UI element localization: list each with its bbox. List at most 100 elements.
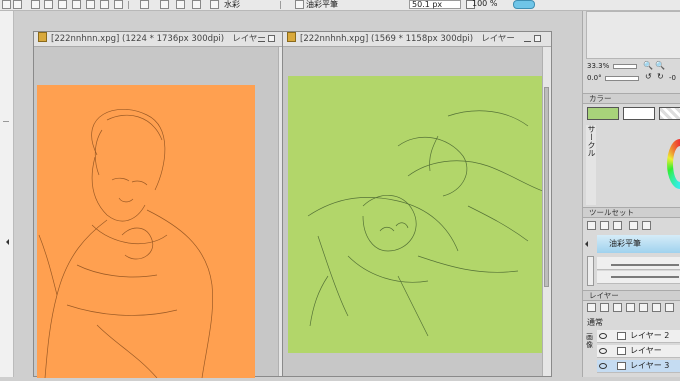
layer-panel-header[interactable]: レイヤー [583, 290, 680, 301]
color-wheel-inner [673, 146, 680, 182]
maximize-icon[interactable] [534, 35, 541, 42]
rotate-right-icon[interactable]: ↻ [657, 72, 664, 81]
tool-icon-2[interactable] [13, 0, 22, 9]
zoom-slider[interactable] [613, 64, 637, 69]
layer-thumbnail [617, 332, 626, 340]
sketch-1 [38, 108, 213, 379]
layer-thumbnail [617, 347, 626, 355]
layer-delete-icon[interactable] [639, 303, 648, 312]
transparent-color-swatch[interactable] [659, 107, 680, 120]
window-title-bar[interactable]: [222nnhnh.xpg] (1569 * 1158px 300dpi) レイ… [283, 32, 551, 47]
layer-mask-icon[interactable] [626, 303, 635, 312]
collapse-arrow-icon[interactable] [6, 239, 9, 245]
brush-preset-icon[interactable] [295, 0, 304, 9]
toolset-panel-title: ツールセット [589, 208, 634, 217]
tool-icon-1[interactable] [2, 0, 11, 9]
collapse-arrow-icon[interactable] [585, 241, 588, 247]
layer-name: レイヤー 2 [630, 331, 670, 340]
toolbar-separator [280, 1, 281, 9]
pen-icon[interactable] [140, 0, 149, 9]
vertical-scrollbar[interactable] [542, 47, 551, 376]
zoom-in-icon[interactable]: 🔍 [643, 61, 653, 70]
brush-tool-icon[interactable] [192, 0, 201, 9]
navigator-preview[interactable] [586, 11, 680, 59]
color-panel-title: カラー [589, 94, 612, 103]
eye-icon[interactable] [599, 348, 607, 354]
selected-tool-row[interactable]: 油彩平筆 [597, 235, 680, 253]
eraser-icon[interactable] [160, 0, 169, 9]
layer-row[interactable]: レイヤー 2 [597, 330, 680, 343]
minimize-icon[interactable] [524, 35, 531, 42]
sub-color-swatch[interactable] [623, 107, 655, 120]
window-title-bar[interactable]: [222nnhnn.xpg] (1224 * 1736px 300dpi) レイ… [34, 32, 287, 47]
tool-icon-3[interactable] [31, 0, 40, 9]
layer-row-selected[interactable]: レイヤー 3 [597, 360, 680, 373]
eye-icon[interactable] [599, 363, 607, 369]
color-circle-tab[interactable]: サークル [586, 125, 596, 205]
eye-icon[interactable] [599, 333, 607, 339]
layer-trash-icon[interactable] [665, 303, 674, 312]
window-layer-label: レイヤー [481, 34, 515, 44]
layer-name: レイヤー 3 [630, 361, 670, 370]
color-panel-header[interactable]: カラー [583, 93, 680, 104]
toolset-reset-icon[interactable] [642, 221, 651, 230]
layer-row[interactable]: レイヤー [597, 345, 680, 358]
top-toolbar: 水彩 油彩平筆 50.1 px 100 % [0, 0, 680, 11]
tool-icon-9[interactable] [114, 0, 123, 9]
brush-preset-label[interactable]: 油彩平筆 [306, 0, 338, 10]
maximize-icon[interactable] [268, 35, 275, 42]
canvas-2[interactable] [288, 76, 544, 353]
undo-icon[interactable] [44, 0, 53, 9]
rotate-left-icon[interactable]: ↺ [645, 72, 652, 81]
right-panel: 33.3% 🔍 🔍 0.0° ↺ ↻ -0 カラー サークル ツールセット 油彩… [582, 11, 680, 377]
tool-param-slider-1[interactable] [611, 264, 679, 266]
zoom-out-icon[interactable]: 🔍 [655, 61, 665, 70]
blend-mode-label[interactable]: 通常 [587, 317, 603, 328]
toolset-panel-header[interactable]: ツールセット [583, 207, 680, 218]
toolset-settings-icon[interactable] [629, 221, 638, 230]
zoom-value[interactable]: 33.3% [587, 62, 609, 70]
selected-tool-name: 油彩平筆 [609, 239, 641, 248]
new-folder-icon[interactable] [600, 303, 609, 312]
rotation-slider[interactable] [605, 76, 639, 81]
tool-size-bar[interactable] [587, 256, 594, 286]
window-title: [222nnhnh.xpg] (1569 * 1158px 300dpi) [300, 34, 474, 44]
minimize-icon[interactable] [258, 35, 265, 42]
left-tool-strip [0, 11, 14, 377]
main-color-swatch[interactable] [587, 107, 619, 120]
toolset-delete-icon[interactable] [613, 221, 622, 230]
watercolor-icon[interactable] [210, 0, 219, 9]
toolset-folder-icon[interactable] [600, 221, 609, 230]
tool-icon-12[interactable] [176, 0, 185, 9]
scrollbar-thumb[interactable] [544, 87, 549, 287]
toolbar-separator [128, 1, 129, 9]
rotate-value-right[interactable]: -0 [669, 74, 676, 82]
layer-merge-icon[interactable] [652, 303, 661, 312]
canvas-window-1[interactable]: [222nnhnn.xpg] (1224 * 1736px 300dpi) レイ… [33, 31, 288, 379]
opacity-input[interactable]: 100 % [470, 0, 500, 9]
layer-opacity-label: 画像 [586, 333, 593, 349]
layer-panel-title: レイヤー [589, 291, 619, 300]
angle-value[interactable]: 0.0° [587, 74, 602, 82]
new-layer-icon[interactable] [587, 303, 596, 312]
tool-icon-8[interactable] [100, 0, 109, 9]
brush-size-input[interactable]: 50.1 px [409, 0, 461, 9]
tool-icon-6[interactable] [72, 0, 81, 9]
layer-copy-icon[interactable] [613, 303, 622, 312]
antialias-toggle[interactable] [513, 0, 535, 9]
tool-param-row-2[interactable] [597, 271, 680, 284]
brush-name[interactable]: 水彩 [224, 0, 240, 10]
document-icon [287, 32, 296, 42]
window-title: [222nnhnn.xpg] (1224 * 1736px 300dpi) [51, 34, 225, 44]
toolset-new-icon[interactable] [587, 221, 596, 230]
canvas-1[interactable] [37, 85, 255, 379]
layer-name: レイヤー [630, 346, 662, 355]
tool-icon-7[interactable] [86, 0, 95, 9]
grid-icon[interactable] [58, 0, 67, 9]
tool-param-row-1[interactable] [597, 257, 680, 270]
canvas-window-2[interactable]: [222nnhnh.xpg] (1569 * 1158px 300dpi) レイ… [282, 31, 552, 377]
layer-thumbnail [617, 362, 626, 370]
sketch-2 [307, 110, 544, 337]
tool-param-slider-2[interactable] [611, 276, 679, 278]
strip-divider [3, 121, 9, 122]
